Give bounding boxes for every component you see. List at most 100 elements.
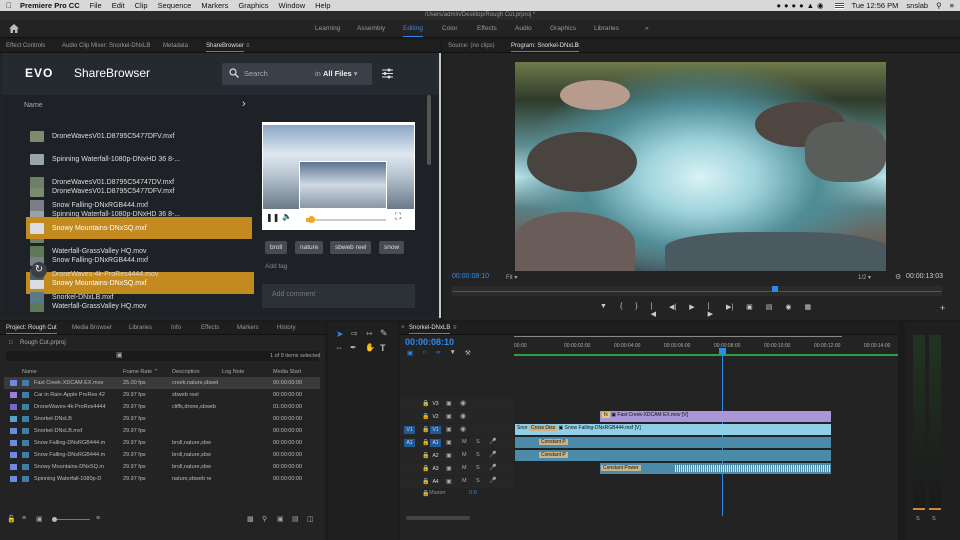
menu-list-icon[interactable]: ≡ bbox=[950, 1, 954, 10]
linked-icon[interactable]: ∞ bbox=[436, 349, 441, 357]
sync-lock-icon[interactable]: ▣ bbox=[446, 400, 452, 407]
tab-info[interactable]: Info bbox=[171, 325, 181, 331]
mark-in-icon[interactable]: { bbox=[620, 303, 622, 315]
add-tag-button[interactable]: Add tag bbox=[265, 263, 287, 270]
pause-icon[interactable]: ❚❚ bbox=[266, 213, 279, 222]
sync-lock-icon[interactable]: ▣ bbox=[446, 452, 452, 459]
menu-help[interactable]: Help bbox=[315, 1, 330, 10]
wrench-icon[interactable]: ⚒ bbox=[465, 349, 471, 357]
tab-project[interactable]: Project: Rough Cut bbox=[6, 325, 57, 334]
tab-source[interactable]: Source: (no clips) bbox=[448, 43, 495, 49]
source-patch[interactable]: V1 bbox=[404, 426, 415, 434]
table-row[interactable]: Snorkel-DNxLB 29.97 fps 00:00:00:00 bbox=[4, 413, 320, 425]
program-timecode[interactable]: 00:00:08:10 bbox=[452, 273, 489, 280]
track-label[interactable]: V1 bbox=[430, 426, 441, 434]
label-color[interactable] bbox=[10, 392, 17, 398]
menu-edit[interactable]: Edit bbox=[112, 1, 125, 10]
list-item[interactable]: DroneWaves-4k-ProRes4444.mov bbox=[26, 263, 252, 285]
tag-chip[interactable]: nature bbox=[295, 241, 324, 254]
list-view-icon[interactable]: ≡ bbox=[22, 515, 26, 522]
search-icon[interactable]: ⚲ bbox=[936, 1, 942, 10]
source-patch[interactable]: A1 bbox=[404, 439, 415, 447]
tag-chip[interactable]: broll bbox=[265, 241, 288, 254]
sync-lock-icon[interactable]: ▣ bbox=[446, 439, 452, 446]
sync-lock-icon[interactable]: ▣ bbox=[446, 478, 452, 485]
lift-icon[interactable]: ▣ bbox=[746, 303, 753, 315]
table-row[interactable]: Snorkel-DNxLB.mxf 29.97 fps 00:00:00:00 bbox=[4, 425, 320, 437]
clip-audio[interactable]: Constant P bbox=[515, 450, 831, 461]
pen-tool-icon[interactable]: ✒ bbox=[350, 343, 357, 352]
eye-icon[interactable]: ◉ bbox=[460, 399, 466, 407]
col-media-start[interactable]: Media Start bbox=[273, 369, 301, 375]
label-color[interactable] bbox=[10, 440, 17, 446]
timeline-timecode[interactable]: 00:00:08:10 bbox=[405, 337, 454, 347]
tab-metadata[interactable]: Metadata bbox=[163, 43, 188, 49]
selection-tool-icon[interactable]: ➤ bbox=[336, 329, 344, 340]
mute-button[interactable]: M bbox=[462, 439, 467, 445]
fit-dropdown[interactable]: Fit ▾ bbox=[506, 274, 517, 281]
ws-color[interactable]: Color bbox=[442, 25, 458, 32]
hand-tool-icon[interactable]: ✋ bbox=[365, 343, 375, 352]
track-header[interactable]: 🔒 V2 ▣ ◉ bbox=[400, 411, 514, 423]
timeline-scrollbar[interactable] bbox=[406, 516, 470, 520]
tab-audio-clip-mixer[interactable]: Audio Clip Mixer: Snorkel-DNxLB bbox=[62, 43, 150, 49]
icon-view-icon[interactable]: ▣ bbox=[36, 515, 43, 523]
list-item[interactable]: DroneWavesV01.D8795C5477DFV.mxf bbox=[26, 125, 252, 147]
step-forward-icon[interactable]: |▶ bbox=[708, 303, 713, 318]
list-item[interactable]: Waterfall-GrassValley HQ.mov bbox=[26, 240, 252, 262]
ripple-edit-icon[interactable]: ⇿ bbox=[366, 329, 373, 338]
ws-effects[interactable]: Effects bbox=[477, 25, 497, 32]
track-select-icon[interactable]: ⇨ bbox=[351, 329, 358, 338]
work-area-bar[interactable] bbox=[514, 336, 842, 337]
app-menu[interactable]: Premiere Pro CC bbox=[20, 1, 80, 10]
lock-icon[interactable]: 🔒 bbox=[422, 452, 429, 459]
tab-effects[interactable]: Effects bbox=[201, 325, 219, 331]
lock-icon[interactable]: 🔒 bbox=[422, 400, 429, 407]
ws-editing[interactable]: Editing bbox=[403, 25, 423, 37]
track-label[interactable]: A3 bbox=[430, 465, 441, 473]
close-icon[interactable]: × bbox=[401, 325, 405, 331]
track-label[interactable]: A4 bbox=[430, 478, 441, 486]
volume-icon[interactable]: 🔈 bbox=[282, 212, 292, 221]
list-item[interactable]: Snow Falling-DNxRGB444.mxf bbox=[26, 194, 252, 216]
tag-chip[interactable]: snow bbox=[379, 241, 405, 254]
label-color[interactable] bbox=[10, 476, 17, 482]
search-scope[interactable]: in All Files ▾ bbox=[315, 69, 358, 78]
label-color[interactable] bbox=[10, 404, 17, 410]
new-item-icon[interactable]: ▤ bbox=[292, 515, 299, 523]
program-video[interactable] bbox=[515, 62, 886, 271]
extract-icon[interactable]: ▤ bbox=[766, 303, 773, 315]
track-header[interactable]: V1 🔒 V1 ▣ ◉ bbox=[400, 424, 514, 436]
user-name[interactable]: snslab bbox=[906, 1, 928, 10]
col-name[interactable]: Name bbox=[22, 369, 37, 375]
list-item-selected[interactable]: Snowy Mountains-DNxSQ.mxf bbox=[26, 217, 252, 239]
scrub-bar[interactable] bbox=[306, 216, 386, 223]
tab-menu-icon[interactable]: ≡ bbox=[246, 43, 250, 49]
menu-sequence[interactable]: Sequence bbox=[158, 1, 192, 10]
clip-audio[interactable]: Constant Power bbox=[600, 463, 831, 474]
status-icons[interactable]: ●●●●▲◉ bbox=[776, 1, 826, 10]
folder-icon[interactable]: ▣ bbox=[277, 515, 284, 523]
mute-button[interactable]: M bbox=[462, 465, 467, 471]
mic-icon[interactable]: 🎤 bbox=[489, 464, 496, 471]
label-color[interactable] bbox=[10, 416, 17, 422]
scrub-handle[interactable] bbox=[308, 216, 315, 223]
menu-markers[interactable]: Markers bbox=[201, 1, 228, 10]
settings-icon[interactable]: ⚙ bbox=[895, 273, 901, 281]
table-row[interactable]: Snow Falling-DNxRGB444.m 29.97 fps broll,n… bbox=[4, 449, 320, 461]
sync-lock-icon[interactable]: ▣ bbox=[446, 465, 452, 472]
razor-tool-icon[interactable]: ✎ bbox=[380, 328, 388, 339]
solo-button[interactable]: S bbox=[476, 465, 480, 471]
table-row[interactable]: Fast Creek-XDCAM EX.mov 25.00 fps creek,na… bbox=[4, 377, 320, 389]
sort-icon[interactable]: ≡ bbox=[96, 515, 100, 522]
solo-button[interactable]: S bbox=[476, 452, 480, 458]
mute-button[interactable]: M bbox=[462, 478, 467, 484]
list-item[interactable]: Snorkel-DNxLB.mxf bbox=[26, 286, 252, 308]
goto-in-icon[interactable]: |◀ bbox=[651, 303, 656, 318]
lock-icon[interactable]: 🔒 bbox=[422, 465, 429, 472]
ws-libraries[interactable]: Libraries bbox=[594, 25, 619, 32]
list-header-name[interactable]: Name bbox=[24, 102, 43, 109]
eye-icon[interactable]: ◉ bbox=[460, 425, 466, 433]
tab-menu-icon[interactable]: ≡ bbox=[576, 43, 580, 49]
track-header[interactable]: 🔒 A4 ▣ M S 🎤 bbox=[400, 476, 514, 488]
